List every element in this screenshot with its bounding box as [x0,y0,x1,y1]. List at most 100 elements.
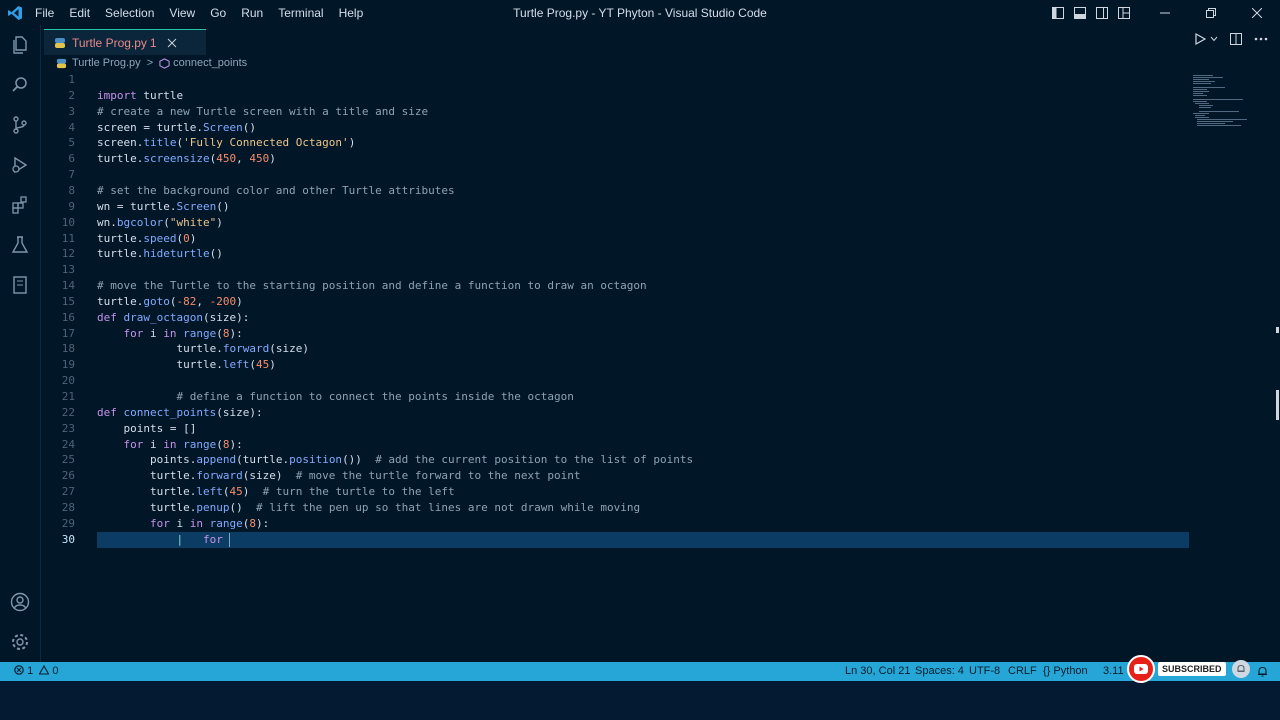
code-line[interactable]: turtle.left(45) [97,357,275,373]
restore-icon [1206,7,1216,18]
breadcrumb: Turtle Prog.py > connect_points [56,55,247,71]
line-number: 13 [61,263,75,277]
code-line[interactable]: screen.title('Fully Connected Octagon') [97,135,355,151]
code-line[interactable]: turtle.forward(size) [97,341,308,357]
code-token: draw_octagon [123,310,203,324]
language-mode[interactable]: {} Python [1043,665,1088,677]
code-line[interactable]: turtle.left(45) # turn the turtle to the… [97,484,455,500]
code-token: turtle. [97,294,144,308]
tab-close-icon[interactable] [167,38,177,48]
code-token: left [222,358,250,372]
split-editor-icon[interactable] [1230,33,1242,45]
toggle-primary-sidebar-icon[interactable] [1052,6,1064,19]
account-icon[interactable] [10,592,30,612]
code-token: turtle [136,88,184,102]
code-token: goto [143,294,170,308]
extensions-icon[interactable] [10,195,30,215]
encoding[interactable]: UTF-8 [969,665,1000,677]
source-control-icon[interactable] [10,115,30,135]
code-line[interactable]: import turtle [97,88,183,104]
code-line[interactable]: turtle.penup() # lift the pen up so that… [97,500,640,516]
run-python-file-icon[interactable] [1194,33,1206,45]
code-line[interactable]: # define a function to connect the point… [97,389,573,405]
close-window-button[interactable] [1234,0,1280,25]
code-line[interactable]: for i in range(8): [97,516,269,532]
minimize-button[interactable] [1142,0,1188,25]
toggle-secondary-sidebar-icon[interactable] [1096,6,1108,19]
code-line[interactable]: points.append(turtle.position()) # add t… [97,452,693,468]
end-of-line[interactable]: CRLF [1008,665,1037,677]
vscode-logo-icon [8,5,22,20]
code-line[interactable]: turtle.screensize(450, 450) [97,151,276,167]
menu-edit[interactable]: Edit [69,6,90,20]
code-line[interactable]: for i in range(8): [97,326,243,342]
testing-icon[interactable] [10,235,30,255]
run-debug-icon[interactable] [10,155,30,175]
code-token: 450 [249,152,270,166]
cursor-position[interactable]: Ln 30, Col 21 [845,665,910,677]
bell-icon [1231,660,1250,678]
code-line[interactable]: # create a new Turtle screen with a titl… [97,104,428,120]
code-editor[interactable]: 1 2 3 4 5 6 7 8 9 10 11 12 13 14 15 16 17 18 19 20 21 22 23 24 2… [41,72,1280,662]
code-token: 8 [222,437,230,451]
more-actions-icon[interactable] [1254,37,1268,41]
breadcrumb-file[interactable]: Turtle Prog.py [72,57,141,69]
line-number: 6 [68,152,75,166]
code-line[interactable]: def draw_octagon(size): [97,310,249,326]
line-number: 18 [61,342,75,356]
settings-gear-icon[interactable] [10,632,30,652]
menu-run[interactable]: Run [241,6,263,20]
code-token: -82 [176,294,197,308]
menu-selection[interactable]: Selection [105,6,154,20]
language-label: Python [1053,665,1088,677]
python-version[interactable]: 3.11 [1103,665,1124,677]
code-line[interactable]: points = [] [97,421,196,437]
explorer-icon[interactable] [10,35,30,55]
code-token: ) [348,136,356,150]
code-token: def [97,405,117,419]
code-token: i [143,326,164,340]
code-token: title [143,136,177,150]
search-icon[interactable] [10,75,30,95]
warning-count: 0 [52,665,59,677]
menu-help[interactable]: Help [339,6,364,20]
menu-view[interactable]: View [169,6,195,20]
code-line[interactable]: # set the background color and other Tur… [97,183,455,199]
vertical-scrollbar[interactable] [1273,72,1280,662]
notifications-bell-icon[interactable] [1257,666,1268,677]
indentation[interactable]: Spaces: 4 [915,665,964,677]
code-line[interactable]: turtle.goto(-82, -200) [97,294,243,310]
code-line[interactable]: wn = turtle.Screen() [97,199,229,215]
minimap[interactable] [1193,72,1263,132]
code-token: turtle. [97,342,223,356]
toggle-panel-icon[interactable] [1074,6,1086,19]
menu-go[interactable]: Go [210,6,226,20]
code-line[interactable]: turtle.forward(size) # move the turtle f… [97,468,581,484]
customize-layout-icon[interactable] [1118,6,1130,19]
line-number: 26 [61,469,75,483]
problems-indicator[interactable]: 1 0 [14,664,59,677]
menu-file[interactable]: File [35,6,54,20]
code-token: ): [255,516,270,530]
code-line[interactable]: # move the Turtle to the starting positi… [97,278,647,294]
code-line[interactable]: turtle.speed(0) [97,231,196,247]
code-line[interactable]: for i in range(8): [97,437,243,453]
code-line[interactable]: turtle.hideturtle() [97,246,223,262]
chevron-down-icon[interactable] [1210,35,1218,43]
code-line[interactable]: screen = turtle.Screen() [97,120,256,136]
code-line[interactable]: wn.bgcolor("white") [97,215,223,231]
notebook-icon[interactable] [10,275,30,295]
menu-terminal[interactable]: Terminal [278,6,323,20]
code-line[interactable]: | for [97,532,231,548]
breadcrumb-symbol[interactable]: connect_points [173,57,247,69]
tab-turtle-prog[interactable]: Turtle Prog.py 1 [44,29,206,55]
restore-button[interactable] [1188,0,1234,25]
status-bar: 1 0 Ln 30, Col 21 Spaces: 4 UTF-8 CRLF {… [0,662,1280,681]
code-token: ) [216,215,223,229]
code-line[interactable]: def connect_points(size): [97,405,263,421]
